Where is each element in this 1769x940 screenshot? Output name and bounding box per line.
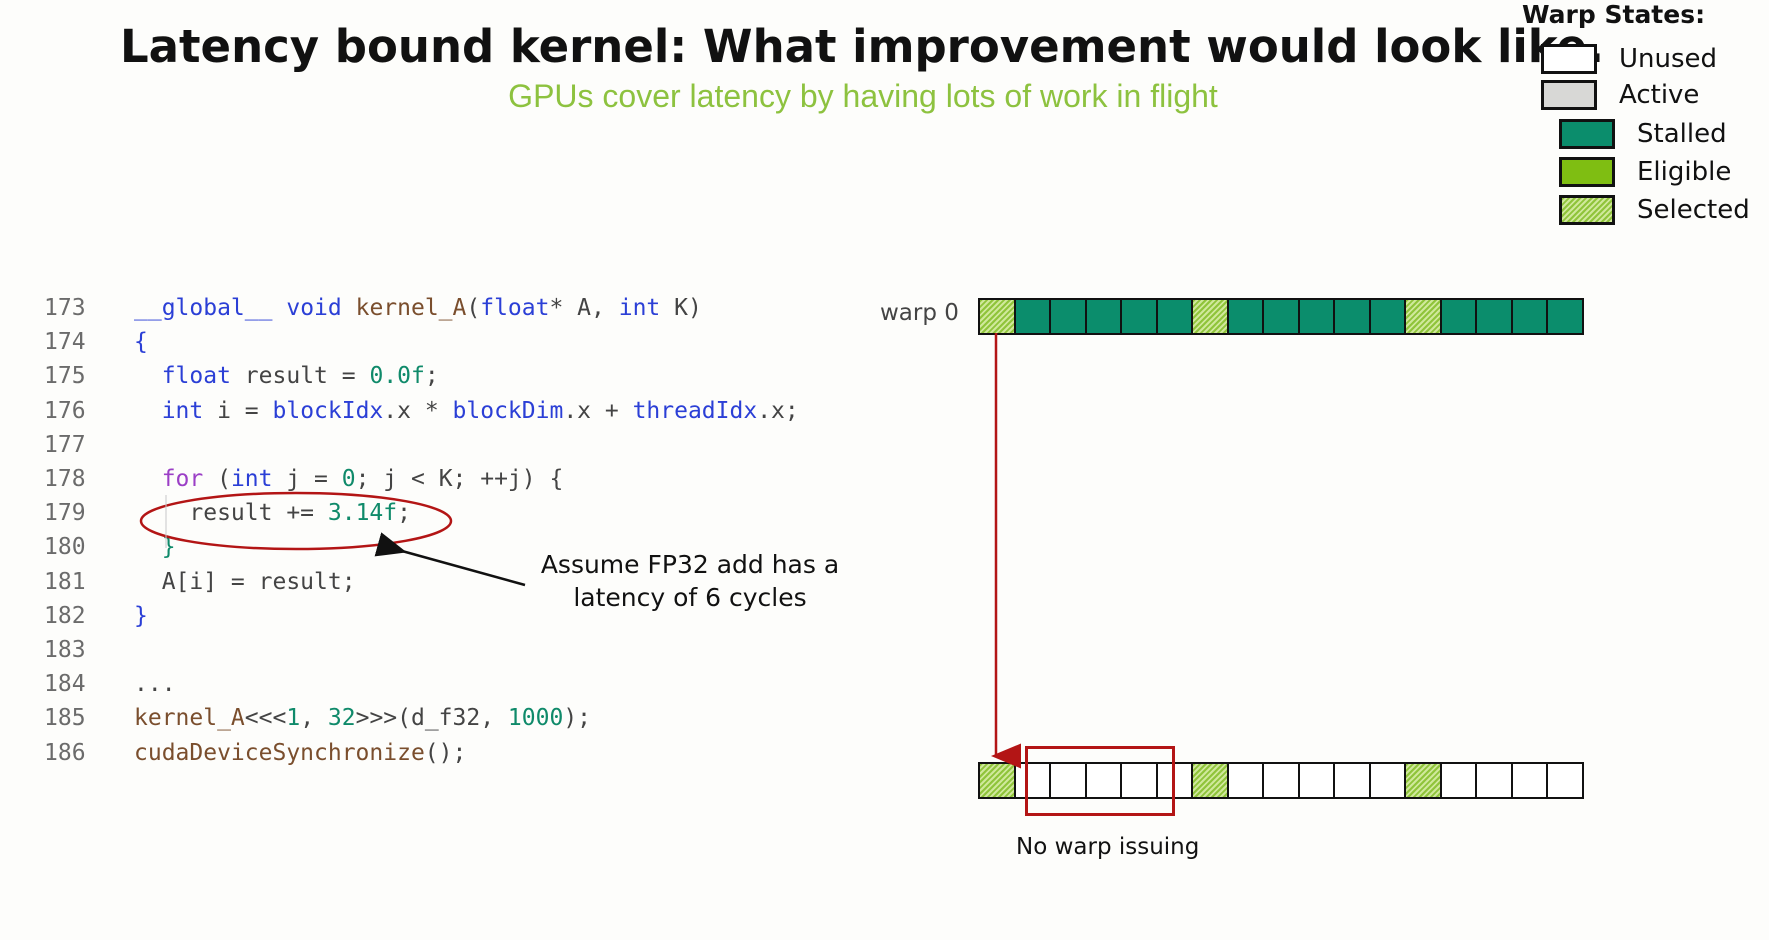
highlight-ellipse — [139, 491, 453, 551]
annotation-arrow — [374, 532, 526, 587]
annotation-overlay — [139, 333, 1021, 769]
